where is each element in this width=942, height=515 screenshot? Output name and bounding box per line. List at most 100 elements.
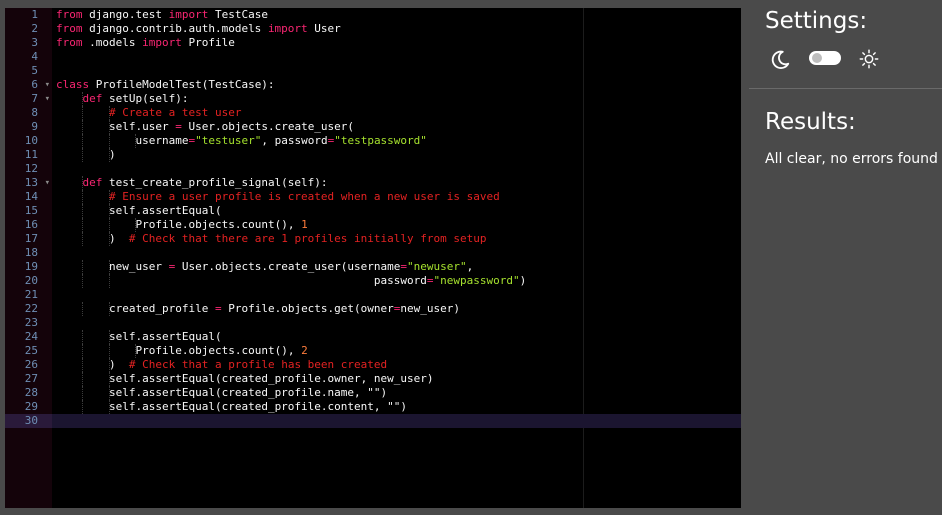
line-number: 6 ▾ xyxy=(5,78,52,92)
line-number: 25 xyxy=(5,344,52,358)
code-token: import xyxy=(168,8,209,21)
line-number: 26 xyxy=(5,358,52,372)
code-line[interactable]: 6 ▾ class ProfileModelTest(TestCase): xyxy=(5,78,741,92)
code-line[interactable]: 22 created_profile = Profile.objects.get(… xyxy=(5,302,741,316)
code-line[interactable]: 25 Profile.objects.count(), 2 xyxy=(5,344,741,358)
code-text[interactable]: self.user = User.objects.create_user( xyxy=(109,120,354,134)
line-number: 12 xyxy=(5,162,52,176)
toggle-knob xyxy=(812,53,822,63)
indent-guide xyxy=(82,260,83,274)
code-line[interactable]: 15 self.assertEqual( xyxy=(5,204,741,218)
code-text[interactable]: ) # Check that a profile has been create… xyxy=(109,358,387,372)
code-token: from xyxy=(56,22,83,35)
code-line[interactable]: 29 self.assertEqual(created_profile.conte… xyxy=(5,400,741,414)
indent-guide xyxy=(82,358,83,372)
code-text[interactable]: Profile.objects.count(), 2 xyxy=(136,344,308,358)
line-number: 27 xyxy=(5,372,52,386)
code-line[interactable]: 2 from django.contrib.auth.models import … xyxy=(5,22,741,36)
code-line[interactable]: 11) xyxy=(5,148,741,162)
code-token: ProfileModelTest(TestCase): xyxy=(89,78,275,91)
code-editor[interactable]: 1 from django.test import TestCase 2 from d… xyxy=(5,8,741,508)
code-token: from xyxy=(56,8,83,21)
code-line[interactable]: 17) # Check that there are 1 profiles in… xyxy=(5,232,741,246)
code-token: , password xyxy=(261,134,328,147)
line-number-text: 27 xyxy=(24,372,38,385)
line-number-text: 13 xyxy=(24,176,38,189)
code-line[interactable]: 20 password="newpassword") xyxy=(5,274,741,288)
code-text[interactable]: ) xyxy=(109,148,116,162)
indent-guide xyxy=(82,120,83,134)
code-text[interactable]: # Ensure a user profile is created when … xyxy=(109,190,500,204)
line-number: 9 xyxy=(5,120,52,134)
code-line[interactable]: 4 xyxy=(5,50,741,64)
code-text[interactable]: from django.contrib.auth.models import U… xyxy=(56,22,341,36)
code-token: new_user xyxy=(109,260,169,273)
line-number: 11 xyxy=(5,148,52,162)
code-line[interactable]: 1 from django.test import TestCase xyxy=(5,8,741,22)
line-number: 2 xyxy=(5,22,52,36)
settings-title: Settings: xyxy=(765,8,868,34)
code-text[interactable]: Profile.objects.count(), 1 xyxy=(136,218,308,232)
line-number: 8 xyxy=(5,106,52,120)
fold-arrow-icon[interactable]: ▾ xyxy=(45,92,50,106)
code-text[interactable]: # Create a test user xyxy=(109,106,241,120)
code-line[interactable]: 18 xyxy=(5,246,741,260)
code-line[interactable]: 10 username="testuser", password="testpas… xyxy=(5,134,741,148)
moon-icon[interactable] xyxy=(769,49,791,71)
code-line[interactable]: 21 xyxy=(5,288,741,302)
line-number-text: 12 xyxy=(24,162,38,175)
code-text[interactable]: def setUp(self): xyxy=(83,92,189,106)
code-line[interactable]: 9 self.user = User.objects.create_user( xyxy=(5,120,741,134)
fold-arrow-icon[interactable]: ▾ xyxy=(45,78,50,92)
code-text[interactable]: username="testuser", password="testpassw… xyxy=(136,134,427,148)
code-text[interactable]: self.assertEqual( xyxy=(109,330,222,344)
indent-guide xyxy=(82,344,83,358)
code-text[interactable]: class ProfileModelTest(TestCase): xyxy=(56,78,275,92)
code-text[interactable]: self.assertEqual( xyxy=(109,204,222,218)
code-text[interactable]: def test_create_profile_signal(self): xyxy=(83,176,328,190)
code-line[interactable]: 19 new_user = User.objects.create_user(us… xyxy=(5,260,741,274)
code-line[interactable]: 30 xyxy=(5,414,741,428)
line-number-text: 10 xyxy=(24,134,38,147)
code-line[interactable]: 5 xyxy=(5,64,741,78)
code-text[interactable]: self.assertEqual(created_profile.content… xyxy=(109,400,407,414)
code-text[interactable]: from .models import Profile xyxy=(56,36,235,50)
theme-toggle[interactable] xyxy=(809,51,841,65)
line-number-text: 19 xyxy=(24,260,38,273)
code-line[interactable]: 28 self.assertEqual(created_profile.name,… xyxy=(5,386,741,400)
line-number: 14 xyxy=(5,190,52,204)
sun-icon[interactable] xyxy=(858,48,880,70)
line-number-text: 20 xyxy=(24,274,38,287)
code-text[interactable]: new_user = User.objects.create_user(user… xyxy=(109,260,473,274)
code-token: ) xyxy=(109,148,116,161)
code-line[interactable]: 14 # Ensure a user profile is created whe… xyxy=(5,190,741,204)
line-number-text: 15 xyxy=(24,204,38,217)
code-text[interactable]: self.assertEqual(created_profile.owner, … xyxy=(109,372,434,386)
code-line[interactable]: 23 xyxy=(5,316,741,330)
code-lines[interactable]: 1 from django.test import TestCase 2 from d… xyxy=(5,8,741,428)
fold-arrow-icon[interactable]: ▾ xyxy=(45,176,50,190)
code-line[interactable]: 12 xyxy=(5,162,741,176)
code-token: .models xyxy=(82,36,143,49)
code-text[interactable]: from django.test import TestCase xyxy=(56,8,268,22)
line-number: 10 xyxy=(5,134,52,148)
code-text[interactable]: password="newpassword") xyxy=(109,274,526,288)
line-number: 15 xyxy=(5,204,52,218)
code-line[interactable]: 26 ) # Check that a profile has been crea… xyxy=(5,358,741,372)
code-line[interactable]: 27 self.assertEqual(created_profile.owner… xyxy=(5,372,741,386)
code-line[interactable]: 3 from .models import Profile xyxy=(5,36,741,50)
code-text[interactable]: ) # Check that there are 1 profiles init… xyxy=(109,232,487,246)
code-token: Profile.objects.count(), xyxy=(135,218,302,231)
code-text[interactable]: created_profile = Profile.objects.get(ow… xyxy=(109,302,460,316)
code-line[interactable]: 24 self.assertEqual( xyxy=(5,330,741,344)
side-panel: Settings: Results: All clear, no errors … xyxy=(741,0,942,515)
indent-guide xyxy=(82,302,83,316)
code-line[interactable]: 7 ▾ def setUp(self): xyxy=(5,92,741,106)
indent-guide xyxy=(82,400,83,414)
code-line[interactable]: 8 # Create a test user xyxy=(5,106,741,120)
code-token: def xyxy=(82,176,103,189)
code-text[interactable]: self.assertEqual(created_profile.name, "… xyxy=(109,386,387,400)
code-line[interactable]: 16 Profile.objects.count(), 1 xyxy=(5,218,741,232)
code-token: "newuser" xyxy=(407,260,467,273)
code-line[interactable]: 13 ▾ def test_create_profile_signal(self): xyxy=(5,176,741,190)
